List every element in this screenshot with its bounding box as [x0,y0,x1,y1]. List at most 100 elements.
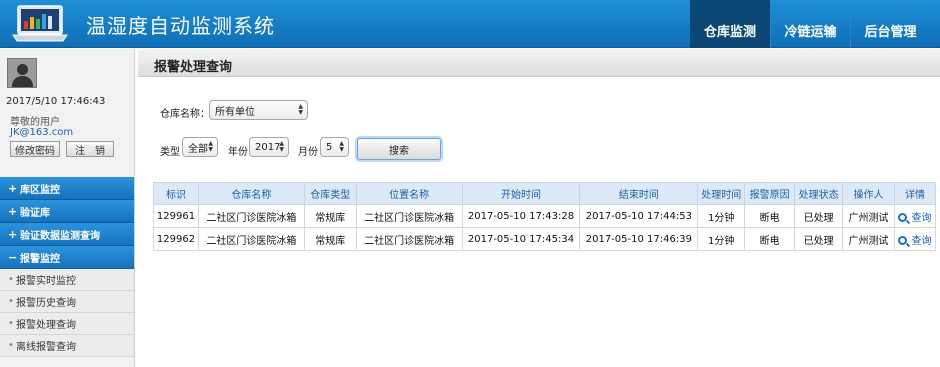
col-header-warehouse-name[interactable]: 仓库名称 [197,182,305,205]
sidebar-item-label: 验证库 [20,207,50,219]
col-header-details[interactable]: 详情 [893,182,937,205]
cell-start-time: 2017-05-10 17:45:34 [461,227,581,251]
sidebar-item-label: 库区监控 [20,184,60,196]
nav-warehouse-monitoring[interactable]: 仓库监测 [690,0,770,48]
sidebar-item-label: 验证数据监测查询 [20,230,100,242]
cell-handling-time: 1分钟 [697,227,746,251]
col-header-start-time[interactable]: 开始时间 [461,182,581,205]
bullet-icon: • [8,340,14,351]
cell-alarm-reason: 断电 [744,204,796,228]
magnifier-icon [898,235,908,245]
submenu-label: 报警实时监控 [16,276,76,287]
cell-end-time: 2017-05-10 17:46:39 [579,227,699,251]
user-email: JK@163.com [10,127,74,138]
cell-end-time: 2017-05-10 17:44:53 [579,204,699,228]
cell-warehouse-name: 二社区门诊医院冰箱 [197,227,305,251]
change-password-button[interactable]: 修改密码 [10,141,60,157]
app-title: 温湿度自动监测系统 [86,14,275,38]
year-label: 年份 [228,147,248,158]
select-arrows-icon: ▲ ▼ [208,140,213,153]
bullet-icon: • [8,318,14,329]
collapse-minus-icon: − [8,250,18,264]
bullet-icon: • [8,296,14,307]
laptop-chart-logo-icon [12,5,68,42]
details-link[interactable]: 查询 [898,212,932,224]
sidebar-menu: + 库区监控 + 验证库 + 验证数据监测查询 − 报警监控 • 报警实时监控 … [0,177,134,357]
col-header-location-name[interactable]: 位置名称 [355,182,463,205]
select-arrows-icon: ▲ ▼ [298,103,303,116]
bullet-icon: • [8,274,14,285]
main-content: 报警处理查询 仓库名称： 所有单位 ▲ ▼ 类型 全部 ▲ ▼ 年份 2017 ▲ ▼… [138,49,940,367]
select-arrows-icon: ▲ ▼ [279,140,284,153]
cell-status: 已处理 [794,204,844,228]
avatar-body-icon [12,76,33,87]
sidebar-item-alarm-monitoring[interactable]: − 报警监控 [0,246,134,269]
cell-alarm-reason: 断电 [744,227,796,251]
submenu-label: 报警历史查询 [16,298,76,309]
user-greeting: 尊敬的用户 [10,117,60,128]
month-select[interactable]: 5 ▲ ▼ [320,137,349,157]
year-select[interactable]: 2017 ▲ ▼ [249,137,289,157]
current-datetime: 2017/5/10 17:46:43 [6,96,106,107]
cell-id: 129961 [153,204,199,228]
submenu-label: 离线报警查询 [16,342,76,353]
sidebar-item-validation-warehouse[interactable]: + 验证库 [0,200,134,223]
cell-start-time: 2017-05-10 17:43:28 [461,204,581,228]
type-select[interactable]: 全部 ▲ ▼ [182,137,218,157]
col-header-id[interactable]: 标识 [153,182,199,205]
details-link-label: 查询 [911,212,932,224]
select-arrows-icon: ▲ ▼ [339,140,344,153]
warehouse-name-label: 仓库名称： [160,109,210,120]
year-select-value: 2017 [255,141,281,153]
month-select-value: 5 [326,141,333,153]
col-header-end-time[interactable]: 结束时间 [579,182,699,205]
sidebar-item-validation-data-query[interactable]: + 验证数据监测查询 [0,223,134,246]
top-header: 温湿度自动监测系统 仓库监测 冷链运输 后台管理 [0,0,940,48]
sidebar-item-warehouse-monitoring[interactable]: + 库区监控 [0,177,134,200]
warehouse-select[interactable]: 所有单位 ▲ ▼ [209,100,308,120]
table-header-row: 标识 仓库名称 仓库类型 位置名称 开始时间 结束时间 处理时间 报警原因 处理… [153,182,937,205]
alarm-table: 标识 仓库名称 仓库类型 位置名称 开始时间 结束时间 处理时间 报警原因 处理… [153,182,937,251]
magnifier-icon [898,212,908,222]
warehouse-select-value: 所有单位 [215,106,255,118]
expand-plus-icon: + [8,204,18,218]
type-select-value: 全部 [188,143,208,155]
logout-button[interactable]: 注 销 [66,141,114,157]
cell-warehouse-type: 常规库 [303,204,357,228]
details-link-label: 查询 [911,235,932,247]
submenu-alarm-handling[interactable]: • 报警处理查询 [0,313,134,335]
page-title-bar: 报警处理查询 [138,49,940,77]
table-row: 129961 二社区门诊医院冰箱 常规库 二社区门诊医院冰箱 2017-05-1… [153,204,937,228]
page-title: 报警处理查询 [154,60,233,75]
cell-details: 查询 [893,204,937,228]
cell-location-name: 二社区门诊医院冰箱 [355,204,463,228]
search-button[interactable]: 搜索 [357,138,441,160]
submenu-alarm-history[interactable]: • 报警历史查询 [0,291,134,313]
cell-operator: 广州测试 [842,204,895,228]
col-header-status[interactable]: 处理状态 [794,182,844,205]
col-header-warehouse-type[interactable]: 仓库类型 [303,182,357,205]
col-header-alarm-reason[interactable]: 报警原因 [744,182,796,205]
col-header-handling-time[interactable]: 处理时间 [697,182,746,205]
table-row: 129962 二社区门诊医院冰箱 常规库 二社区门诊医院冰箱 2017-05-1… [153,227,937,251]
expand-plus-icon: + [8,227,18,241]
col-header-operator[interactable]: 操作人 [842,182,895,205]
submenu-alarm-realtime[interactable]: • 报警实时监控 [0,269,134,291]
cell-handling-time: 1分钟 [697,204,746,228]
details-link[interactable]: 查询 [898,235,932,247]
top-nav: 仓库监测 冷链运输 后台管理 [690,0,930,48]
nav-admin[interactable]: 后台管理 [850,0,930,48]
month-label: 月份 [298,147,318,158]
cell-warehouse-name: 二社区门诊医院冰箱 [197,204,305,228]
sidebar-item-label: 报警监控 [20,253,60,265]
avatar [7,58,37,88]
cell-status: 已处理 [794,227,844,251]
expand-plus-icon: + [8,181,18,195]
cell-id: 129962 [153,227,199,251]
type-label: 类型 [160,147,180,158]
cell-details: 查询 [893,227,937,251]
cell-location-name: 二社区门诊医院冰箱 [355,227,463,251]
nav-cold-chain[interactable]: 冷链运输 [770,0,850,48]
submenu-offline-alarm[interactable]: • 离线报警查询 [0,335,134,357]
sidebar: 2017/5/10 17:46:43 尊敬的用户 JK@163.com 修改密码… [0,49,135,367]
